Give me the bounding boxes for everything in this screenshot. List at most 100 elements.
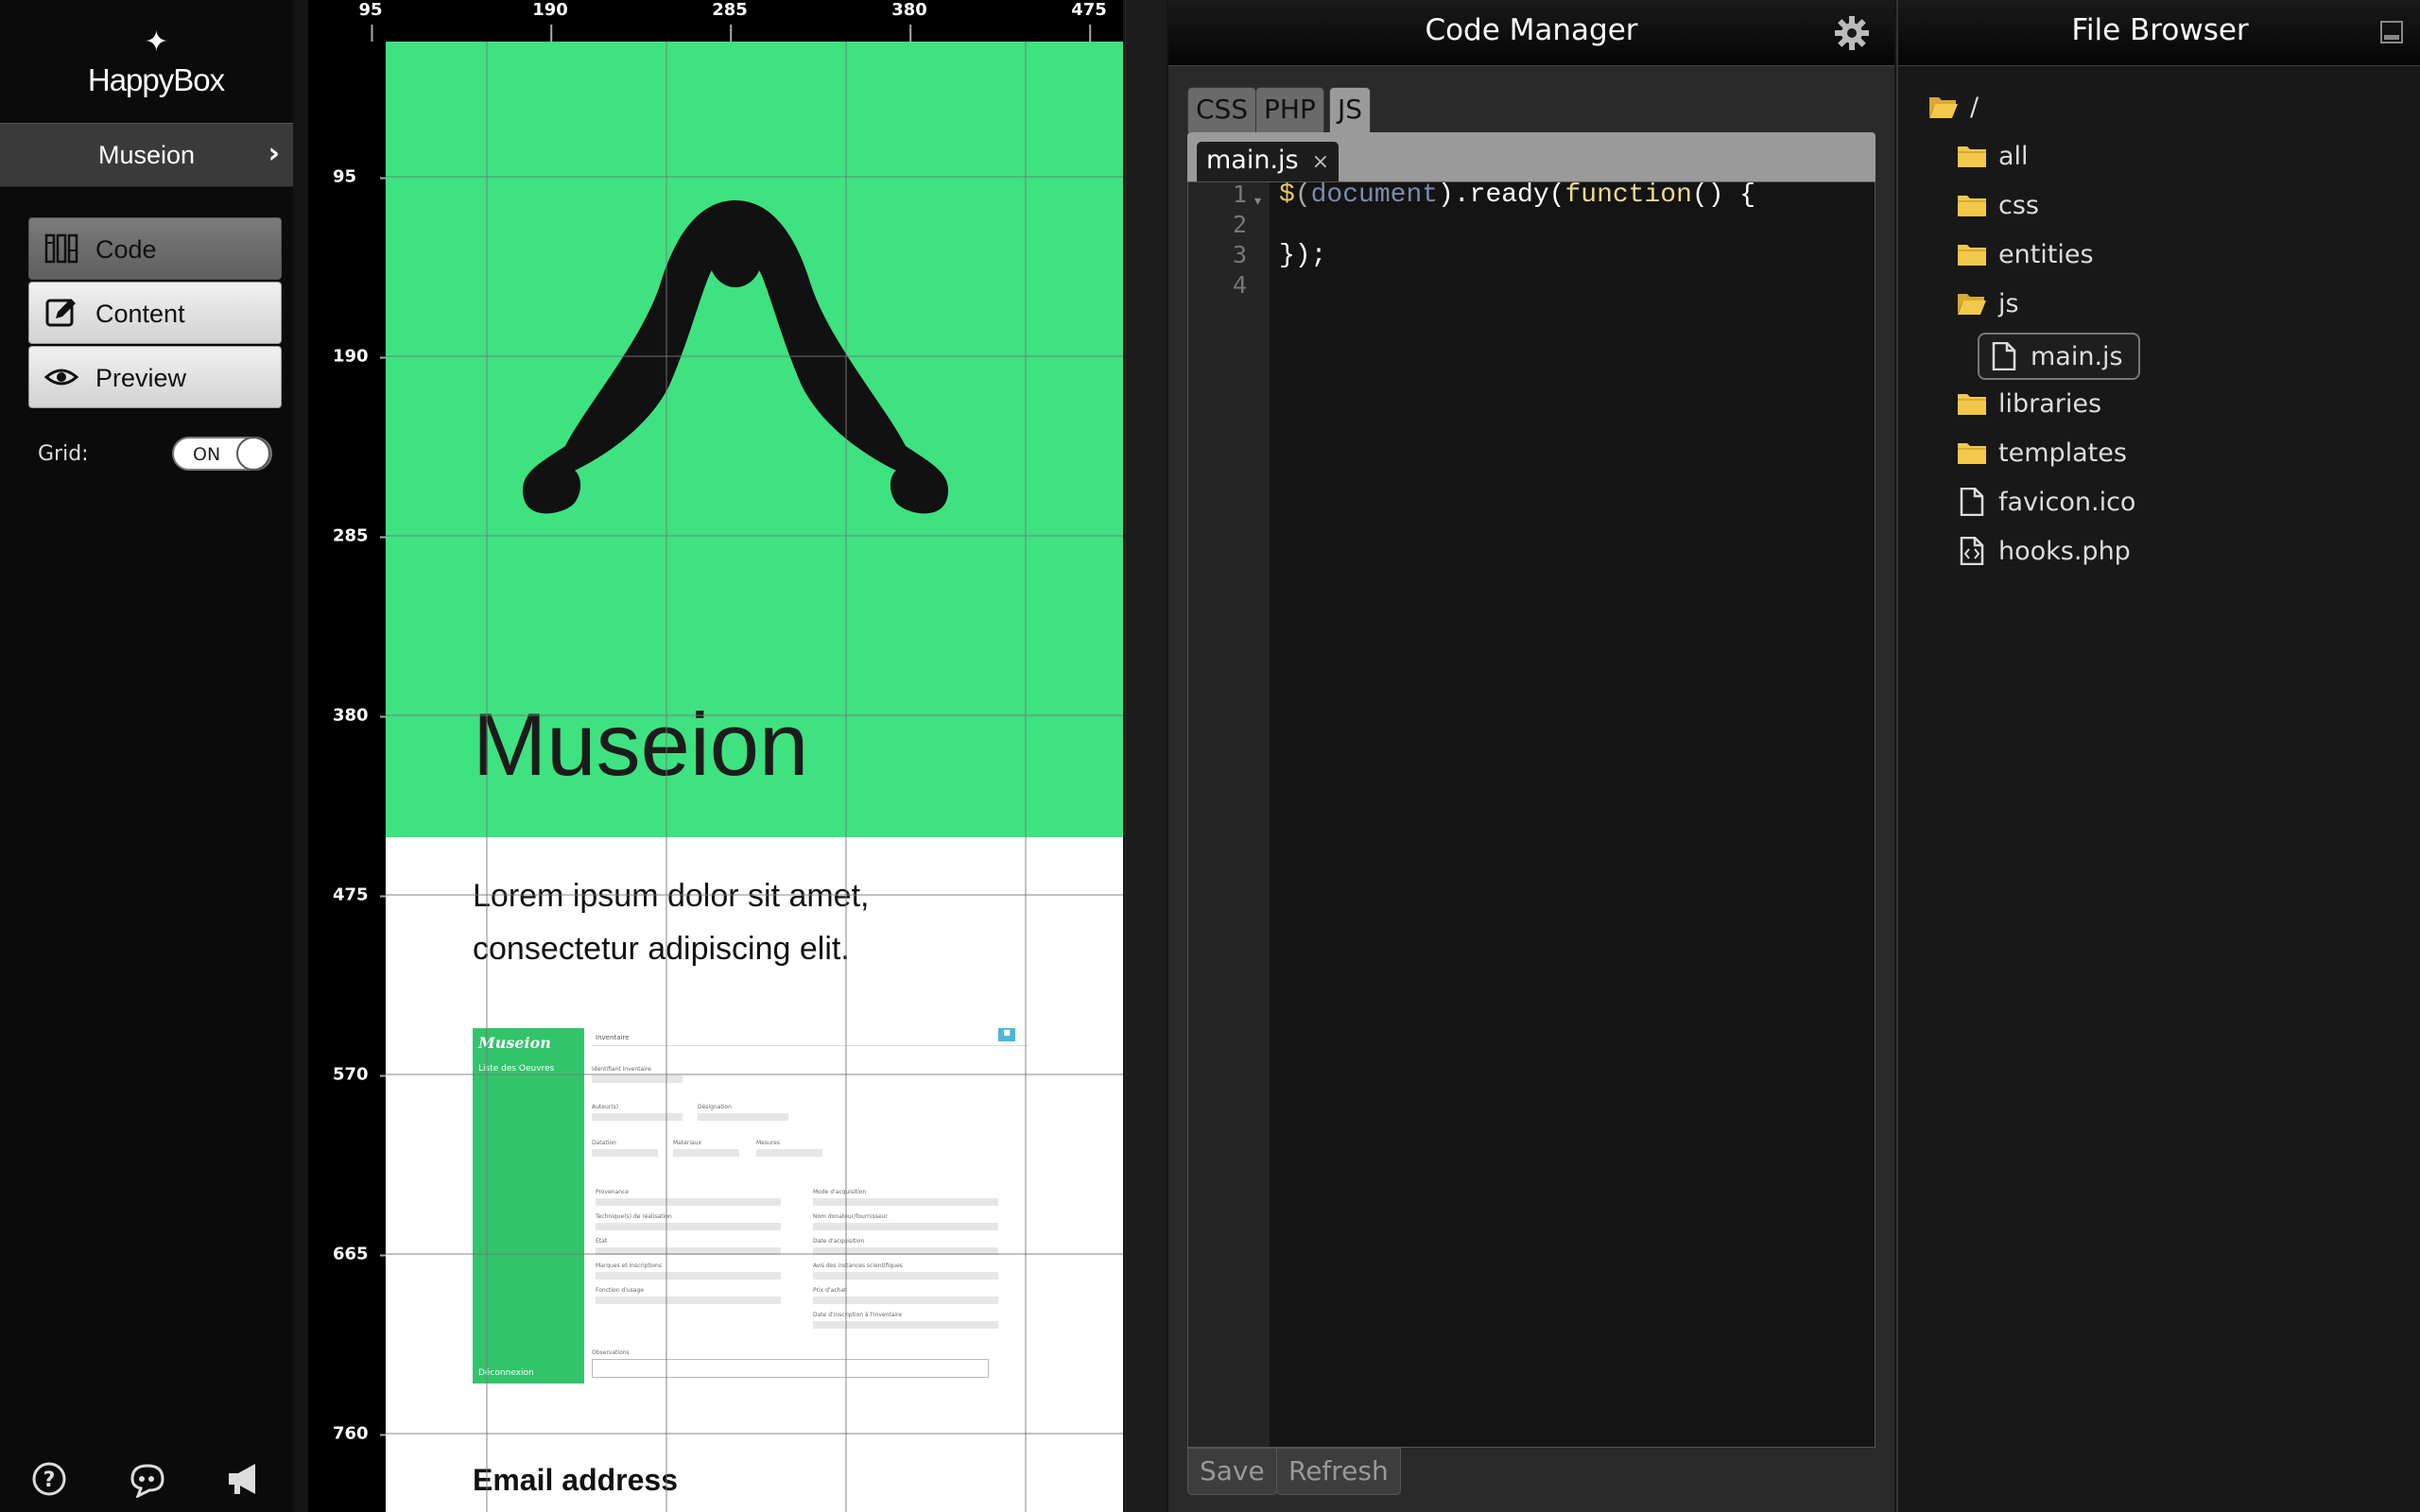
mini-field-label: Fonction d'usage [596,1287,644,1294]
folder-icon [1958,196,1986,216]
content-mode-button[interactable]: Content [28,282,282,344]
mini-field: Datation [592,1140,658,1157]
ruler-tick: 95 [358,0,383,42]
code-manager-title: Code Manager [1425,13,1638,47]
gear-icon[interactable] [1834,15,1870,51]
mini-field: Auteur(s) [592,1104,683,1121]
code-token: ).ready( [1438,180,1565,210]
intro-paragraph: Lorem ipsum dolor sit amet, consectetur … [473,878,870,967]
file-tab-main-js[interactable]: main.js × [1197,142,1340,181]
grid-toggle[interactable]: ON [172,437,272,471]
grid-toggle-state: ON [193,444,221,465]
mini-field-label: Datation [592,1140,616,1146]
tab-css[interactable]: CSS [1187,87,1257,132]
tab-js[interactable]: JS [1329,87,1372,132]
mini-sidebar: Museion Liste des Oeuvres Déconnexion [473,1028,584,1383]
edit-icon [45,299,76,327]
ruler-tick: 475 [1071,0,1107,42]
mini-field-label: Identifiant inventaire [592,1066,651,1073]
close-icon[interactable]: × [1312,150,1329,174]
code-token: $ [1279,180,1295,210]
happybox-logo[interactable]: ✦ HappyBox [0,26,312,98]
ruler-tick: 285 [712,0,748,42]
code-manager-header: Code Manager [1168,0,1894,66]
help-icon[interactable]: ? [30,1460,68,1498]
tree-label: hooks.php [1998,537,2131,566]
ruler-tick: 95 [333,166,390,187]
preview-mode-button[interactable]: Preview [28,346,282,408]
chat-icon[interactable] [129,1460,166,1498]
code-editor[interactable]: 1 ▾ 2 3 4 $(document).ready(function() {… [1187,180,1876,1448]
chevron-right-icon: › [268,137,280,170]
code-mode-button[interactable]: Code [28,217,282,280]
code-manager-panel: Code Manager CSS PHP JS main.js × 1 ▾ 2 3 [1168,0,1894,1512]
mini-field: Mode d'acquisition [813,1189,998,1206]
file-browser-title: File Browser [2071,13,2249,47]
folder-icon [1958,146,1986,167]
mini-field: État [596,1238,781,1255]
mini-field: Mesures [756,1140,822,1157]
code-line-1: $(document).ready(function() { [1279,180,1755,210]
mini-tab: Inventaire [596,1034,630,1041]
project-selector[interactable]: Museion › [0,123,293,187]
ruler-tick: 380 [891,0,927,42]
email-field-label: Email address [473,1463,678,1497]
code-token: ( [1294,180,1311,210]
page-preview[interactable]: Museion Lorem ipsum dolor sit amet, cons… [386,42,1123,1512]
happybox-logo-icon: ✦ [144,26,168,58]
line-number: 2 [1232,211,1247,238]
mini-form: Inventaire ■ Identifiant inventaire Aute… [584,1028,1040,1383]
svg-text:?: ? [43,1469,56,1492]
grid-label: Grid: [38,442,89,466]
ruler-tick: 190 [532,0,568,42]
mini-field: Désignation [698,1104,788,1121]
mini-field-label: Matériaux [673,1140,702,1146]
file-tab-label: main.js [1206,146,1299,175]
line-number: 4 [1232,271,1247,299]
design-canvas[interactable]: 95 190 285 380 475 570 665 760 95 190 28… [308,0,1123,1512]
megaphone-icon[interactable] [225,1460,263,1498]
tree-label: all [1998,142,2029,171]
eye-icon [44,369,78,386]
ruler-tick: 380 [333,705,389,726]
save-button[interactable]: Save [1187,1448,1277,1495]
tree-label: css [1998,191,2039,220]
ruler-tick: 665 [333,1244,389,1264]
mini-field: Technique(s) de réalisation [596,1213,781,1230]
code-line-3: }); [1279,241,1327,270]
tab-php[interactable]: PHP [1255,87,1324,132]
mini-field: Fonction d'usage [596,1287,781,1304]
code-ruler-icon [44,233,78,264]
mini-field: Nom donateur/fournisseur [813,1213,998,1230]
folder-icon [1958,245,1986,266]
folder-open-icon [1929,97,1958,118]
canvas-scrollbar[interactable] [1125,0,1167,1512]
mini-field-label: Date d'inscription à l'inventaire [813,1312,903,1318]
mini-field-label: Technique(s) de réalisation [596,1213,672,1220]
divider [592,1045,1028,1046]
folder-open-icon [1958,294,1986,315]
fold-arrow-icon[interactable]: ▾ [1254,194,1261,209]
hero-title: Museion [473,695,809,794]
ruler-tick: 760 [333,1423,389,1444]
folder-icon [1958,443,1986,464]
file-icon [1992,342,2016,370]
line-number-gutter: 1 ▾ 2 3 4 [1188,180,1270,1447]
code-token: () { [1691,180,1756,210]
vertical-ruler: 95 190 285 380 475 570 665 760 [308,0,390,1512]
mini-field-label: État [596,1238,608,1245]
tree-label: favicon.ico [1998,488,2136,517]
hero-section[interactable]: Museion [386,42,1123,837]
mini-field: Avis des instances scientifiques [813,1263,998,1280]
mini-nav-item: Déconnexion [478,1368,534,1378]
mini-field-label: Mesures [756,1140,780,1146]
file-browser-panel: File Browser / all css entities js main.… [1896,0,2420,1512]
content-mode-label: Content [95,300,185,328]
code-file-icon [1960,537,1984,565]
mini-field-label: Provenance [596,1189,630,1195]
tree-file-main-js[interactable]: main.js [1978,333,2140,380]
collapse-panel-icon[interactable] [2380,21,2403,43]
horizontal-ruler: 95 190 285 380 475 [308,0,1123,42]
refresh-button[interactable]: Refresh [1276,1448,1401,1495]
open-files-bar: main.js × [1187,132,1876,181]
